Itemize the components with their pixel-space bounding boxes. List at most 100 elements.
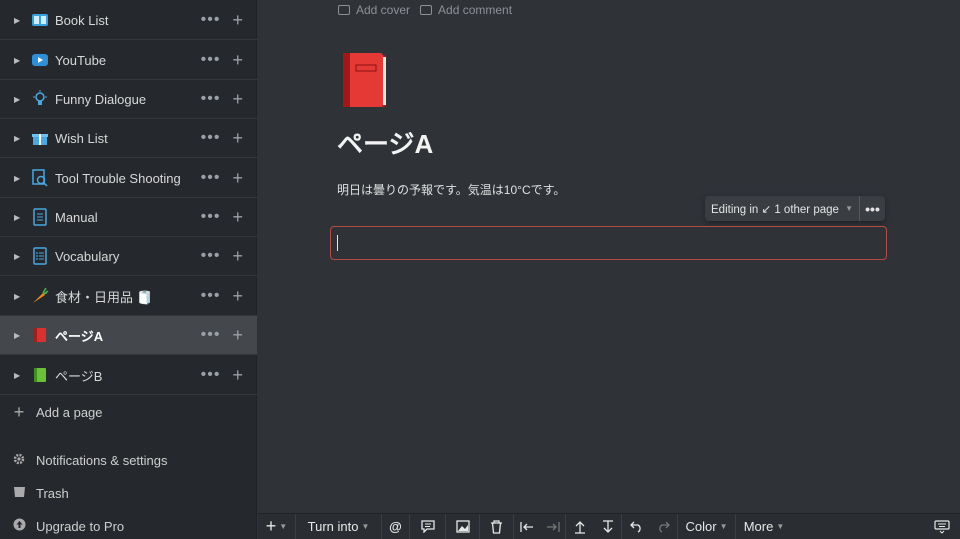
more-label: More	[743, 519, 774, 534]
sidebar-item-youtube[interactable]: ▶ YouTube ••• +	[0, 41, 257, 80]
expand-toggle-icon[interactable]: ▶	[14, 292, 24, 301]
more-options-icon[interactable]: •••	[201, 51, 221, 69]
bottom-toolbar: + ▼ Turn into ▼ @ Color ▼ More ▼	[258, 513, 960, 539]
sidebar-item-label: YouTube	[55, 52, 107, 68]
page-book-icon[interactable]	[340, 51, 390, 111]
sidebar-item-page-b[interactable]: ▶ ページB ••• +	[0, 356, 257, 395]
undo-icon	[629, 521, 641, 533]
redo-button[interactable]	[650, 513, 678, 539]
sidebar-item-groceries[interactable]: ▶ 食材・日用品 🧻 ••• +	[0, 277, 257, 316]
expand-toggle-icon[interactable]: ▶	[14, 252, 24, 261]
image-button[interactable]	[446, 513, 480, 539]
add-subpage-icon[interactable]: +	[232, 168, 243, 189]
sidebar-item-tool-trouble-shooting[interactable]: ▶ Tool Trouble Shooting ••• +	[0, 159, 257, 198]
gear-icon	[11, 452, 27, 469]
comment-button[interactable]	[410, 513, 446, 539]
more-options-button[interactable]: •••	[859, 196, 885, 221]
undo-button[interactable]	[622, 514, 650, 539]
expand-toggle-icon[interactable]: ▶	[14, 371, 24, 380]
sidebar-item-book-list[interactable]: ▶ Book List ••• +	[0, 1, 257, 40]
text-caret	[337, 235, 338, 251]
editing-badge-label: Editing in ↙ 1 other page	[711, 203, 839, 216]
more-options-icon[interactable]: •••	[201, 366, 221, 384]
more-options-icon[interactable]: •••	[201, 326, 221, 344]
sidebar: ▶ Book List ••• + ▶ YouTube ••• + ▶ Funn…	[0, 0, 257, 539]
move-down-button[interactable]	[594, 513, 622, 539]
delete-button[interactable]	[480, 513, 514, 539]
add-subpage-icon[interactable]: +	[232, 365, 243, 386]
more-options-icon[interactable]: •••	[201, 90, 221, 108]
add-subpage-icon[interactable]: +	[232, 89, 243, 110]
add-block-button[interactable]: + ▼	[258, 513, 296, 539]
sidebar-item-label: Funny Dialogue	[55, 91, 147, 107]
add-comment-button[interactable]: Add comment	[420, 3, 512, 17]
sidebar-item-vocabulary[interactable]: ▶ Vocabulary ••• +	[0, 237, 257, 276]
add-page-label: Add a page	[36, 404, 103, 420]
add-page-button[interactable]: + Add a page	[0, 398, 257, 426]
trash-link[interactable]: Trash	[0, 479, 257, 507]
gift-icon	[30, 128, 50, 148]
more-options-icon[interactable]: •••	[201, 11, 221, 29]
empty-text-block-input[interactable]	[330, 226, 887, 260]
add-subpage-icon[interactable]: +	[232, 286, 243, 307]
more-options-icon[interactable]: •••	[201, 287, 221, 305]
sidebar-item-label: 食材・日用品 🧻	[55, 289, 153, 305]
expand-toggle-icon[interactable]: ▶	[14, 134, 24, 143]
hide-keyboard-button[interactable]	[932, 514, 952, 539]
notifications-settings-link[interactable]: Notifications & settings	[0, 446, 257, 474]
upgrade-arrow-icon	[11, 518, 27, 534]
more-options-icon[interactable]: •••	[201, 247, 221, 265]
arrow-up-icon	[575, 520, 585, 534]
chevron-down-icon: ▼	[845, 204, 853, 213]
add-subpage-icon[interactable]: +	[232, 10, 243, 31]
chevron-down-icon: ▼	[279, 522, 288, 531]
sidebar-item-wish-list[interactable]: ▶ Wish List ••• +	[0, 119, 257, 158]
add-subpage-icon[interactable]: +	[232, 325, 243, 346]
notifications-label: Notifications & settings	[36, 452, 168, 468]
redo-icon	[659, 521, 670, 533]
mention-button[interactable]: @	[382, 513, 410, 539]
turn-into-button[interactable]: Turn into ▼	[296, 513, 382, 539]
expand-toggle-icon[interactable]: ▶	[14, 16, 24, 25]
search-doc-icon	[30, 168, 50, 188]
sidebar-item-manual[interactable]: ▶ Manual ••• +	[0, 198, 257, 237]
plus-icon: +	[265, 516, 277, 536]
list-icon	[30, 246, 50, 266]
indent-button[interactable]	[540, 513, 566, 539]
turn-into-label: Turn into	[307, 519, 359, 534]
more-options-icon[interactable]: •••	[201, 169, 221, 187]
upgrade-link[interactable]: Upgrade to Pro	[0, 512, 257, 539]
image-icon	[455, 520, 470, 533]
sidebar-item-label: Book List	[55, 12, 109, 28]
add-subpage-icon[interactable]: +	[232, 128, 243, 149]
sidebar-item-label: ページA	[55, 328, 104, 344]
editing-in-badge[interactable]: Editing in ↙ 1 other page ▼ •••	[705, 196, 885, 221]
text-block[interactable]: 明日は曇りの予報です。気温は10°Cです。	[337, 181, 565, 198]
move-up-button[interactable]	[566, 514, 594, 539]
sidebar-item-page-a[interactable]: ▶ ページA ••• +	[0, 316, 257, 355]
color-button[interactable]: Color ▼	[678, 513, 736, 539]
page-title[interactable]: ページA	[337, 124, 433, 161]
more-options-icon[interactable]: •••	[201, 129, 221, 147]
keyboard-icon	[934, 519, 950, 534]
chevron-down-icon: ▼	[361, 522, 370, 531]
sidebar-item-funny-dialogue[interactable]: ▶ Funny Dialogue ••• +	[0, 80, 257, 119]
add-subpage-icon[interactable]: +	[232, 246, 243, 267]
document-icon	[30, 207, 50, 227]
expand-toggle-icon[interactable]: ▶	[14, 213, 24, 222]
comment-icon	[420, 520, 435, 533]
page-header-actions: Add cover Add comment	[338, 3, 512, 17]
expand-toggle-icon[interactable]: ▶	[14, 95, 24, 104]
expand-toggle-icon[interactable]: ▶	[14, 331, 24, 340]
comment-icon	[420, 5, 433, 15]
more-button[interactable]: More ▼	[736, 514, 792, 539]
add-subpage-icon[interactable]: +	[232, 50, 243, 71]
add-subpage-icon[interactable]: +	[232, 207, 243, 228]
expand-toggle-icon[interactable]: ▶	[14, 56, 24, 65]
book-icon	[30, 10, 50, 30]
outdent-button[interactable]	[514, 514, 540, 539]
add-cover-button[interactable]: Add cover	[338, 3, 410, 17]
trash-icon	[491, 519, 502, 534]
more-options-icon[interactable]: •••	[201, 208, 221, 226]
expand-toggle-icon[interactable]: ▶	[14, 174, 24, 183]
